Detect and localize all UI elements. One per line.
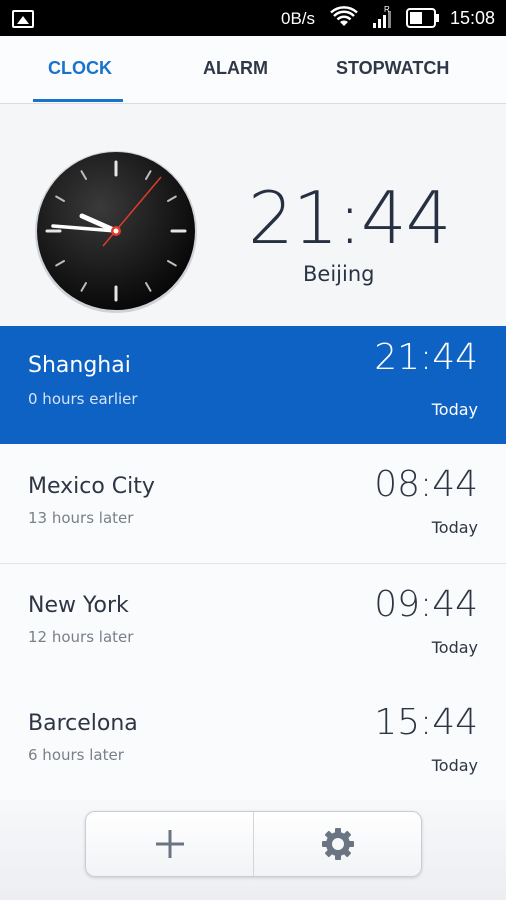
image-notification-icon [12, 10, 34, 28]
wifi-icon [330, 6, 358, 26]
tab-stopwatch[interactable]: STOPWATCH [336, 58, 449, 79]
roaming-badge: R [384, 5, 390, 14]
city-day: Today [431, 400, 478, 419]
city-time: 08:44 [374, 464, 478, 505]
main-city-name: Beijing [303, 262, 375, 286]
battery-icon [406, 8, 439, 28]
status-bar: 0B/s R 15:08 [0, 0, 506, 36]
time-offset: 13 hours later [28, 509, 134, 527]
list-item[interactable]: Mexico City 13 hours later 08:44 Today [0, 444, 506, 564]
tab-clock[interactable]: CLOCK [48, 58, 112, 79]
time-offset: 6 hours later [28, 746, 124, 764]
time-offset: 0 hours earlier [28, 390, 138, 408]
tab-bar: CLOCK ALARM STOPWATCH [0, 36, 506, 104]
city-name: Mexico City [28, 474, 155, 499]
action-button-group [85, 811, 422, 877]
city-time: 21:44 [374, 337, 478, 378]
main-digital-time: 21:44 [248, 176, 451, 260]
gear-icon [321, 828, 354, 860]
city-day: Today [431, 638, 478, 657]
city-day: Today [431, 518, 478, 537]
analog-clock [35, 151, 197, 313]
cell-signal-icon: R [373, 5, 391, 28]
list-item[interactable]: Shanghai 0 hours earlier 21:44 Today [0, 326, 506, 445]
city-name: New York [28, 593, 129, 618]
status-time: 15:08 [450, 8, 496, 28]
time-offset: 12 hours later [28, 628, 134, 646]
settings-button[interactable] [254, 812, 421, 876]
tab-alarm[interactable]: ALARM [203, 58, 268, 79]
active-tab-indicator [33, 99, 123, 102]
plus-icon [155, 830, 184, 858]
network-speed: 0B/s [281, 9, 316, 28]
list-item[interactable]: Barcelona 6 hours later 15:44 Today [0, 683, 506, 803]
city-name: Barcelona [28, 711, 138, 736]
add-city-button[interactable] [86, 812, 254, 876]
city-name: Shanghai [28, 353, 131, 378]
city-time: 09:44 [374, 584, 478, 625]
list-item[interactable]: New York 12 hours later 09:44 Today [0, 564, 506, 684]
city-day: Today [431, 756, 478, 775]
city-time: 15:44 [374, 702, 478, 743]
